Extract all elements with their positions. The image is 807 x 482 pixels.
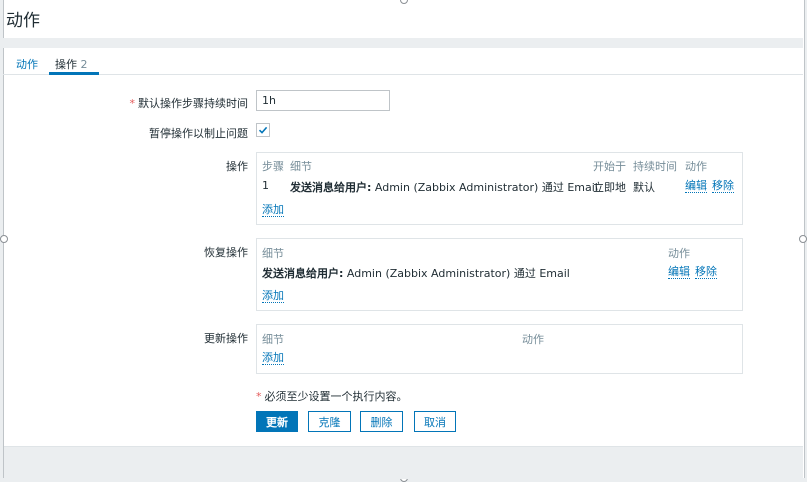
active-tab-indicator	[49, 72, 99, 75]
recovery-details: 发送消息给用户: Admin (Zabbix Administrator) 通过…	[262, 267, 570, 280]
col-duration: 持续时间	[633, 160, 677, 173]
step-duration-label: * 默认操作步骤持续时间	[129, 97, 249, 110]
operation-remove-link[interactable]: 移除	[712, 179, 734, 193]
recovery-label: 恢复操作	[204, 246, 248, 259]
required-marker: *	[129, 97, 136, 110]
recovery-remove-link[interactable]: 移除	[695, 265, 717, 279]
operation-edit-link[interactable]: 编辑	[685, 179, 707, 193]
delete-button[interactable]: 删除	[360, 411, 403, 432]
operations-label: 操作	[226, 160, 248, 173]
title-divider	[3, 38, 803, 48]
tab-operations[interactable]: 操作 2	[55, 56, 88, 72]
update-button[interactable]: 更新	[256, 411, 298, 432]
recovery-add-link[interactable]: 添加	[262, 289, 284, 303]
page-title: 动作	[6, 11, 40, 31]
resize-handle-left[interactable]	[0, 235, 8, 243]
cancel-button[interactable]: 取消	[414, 411, 456, 432]
clone-button[interactable]: 克隆	[308, 411, 351, 432]
col-action: 动作	[685, 160, 707, 173]
recovery-edit-link[interactable]: 编辑	[668, 265, 690, 279]
checkmark-icon	[258, 126, 268, 134]
col-details: 细节	[290, 160, 312, 173]
update-table: 细节 动作 添加	[256, 324, 743, 374]
recovery-table: 细节 动作 发送消息给用户: Admin (Zabbix Administrat…	[256, 238, 743, 311]
operation-start-in: 立即地	[593, 181, 626, 194]
pause-symptoms-checkbox[interactable]	[256, 123, 270, 137]
step-duration-input[interactable]	[256, 90, 390, 111]
update-col-details: 细节	[262, 333, 284, 346]
resize-handle-right[interactable]	[799, 235, 807, 243]
required-note: * 必须至少设置一个执行内容。	[256, 390, 408, 403]
operations-table: 步骤 细节 开始于 持续时间 动作 1 发送消息给用户: Admin (Zabb…	[256, 152, 743, 225]
operation-duration: 默认	[633, 181, 655, 194]
required-marker: *	[256, 390, 262, 403]
operation-add-link[interactable]: 添加	[262, 203, 284, 217]
tab-operations-count: 2	[80, 58, 88, 71]
update-label: 更新操作	[204, 332, 248, 345]
tab-operations-label: 操作	[55, 58, 77, 71]
pause-symptoms-label: 暂停操作以制止问题	[149, 127, 248, 140]
tab-bar: 动作 操作 2	[3, 48, 803, 75]
col-start-in: 开始于	[593, 160, 626, 173]
recovery-col-details: 细节	[262, 247, 284, 260]
update-col-action: 动作	[522, 333, 544, 346]
col-steps: 步骤	[262, 160, 284, 173]
operation-step: 1	[262, 179, 269, 192]
tab-action[interactable]: 动作	[16, 56, 38, 72]
operation-details: 发送消息给用户: Admin (Zabbix Administrator) 通过…	[290, 181, 598, 194]
update-add-link[interactable]: 添加	[262, 351, 284, 365]
recovery-col-action: 动作	[668, 247, 690, 260]
page-footer-band	[4, 446, 803, 479]
